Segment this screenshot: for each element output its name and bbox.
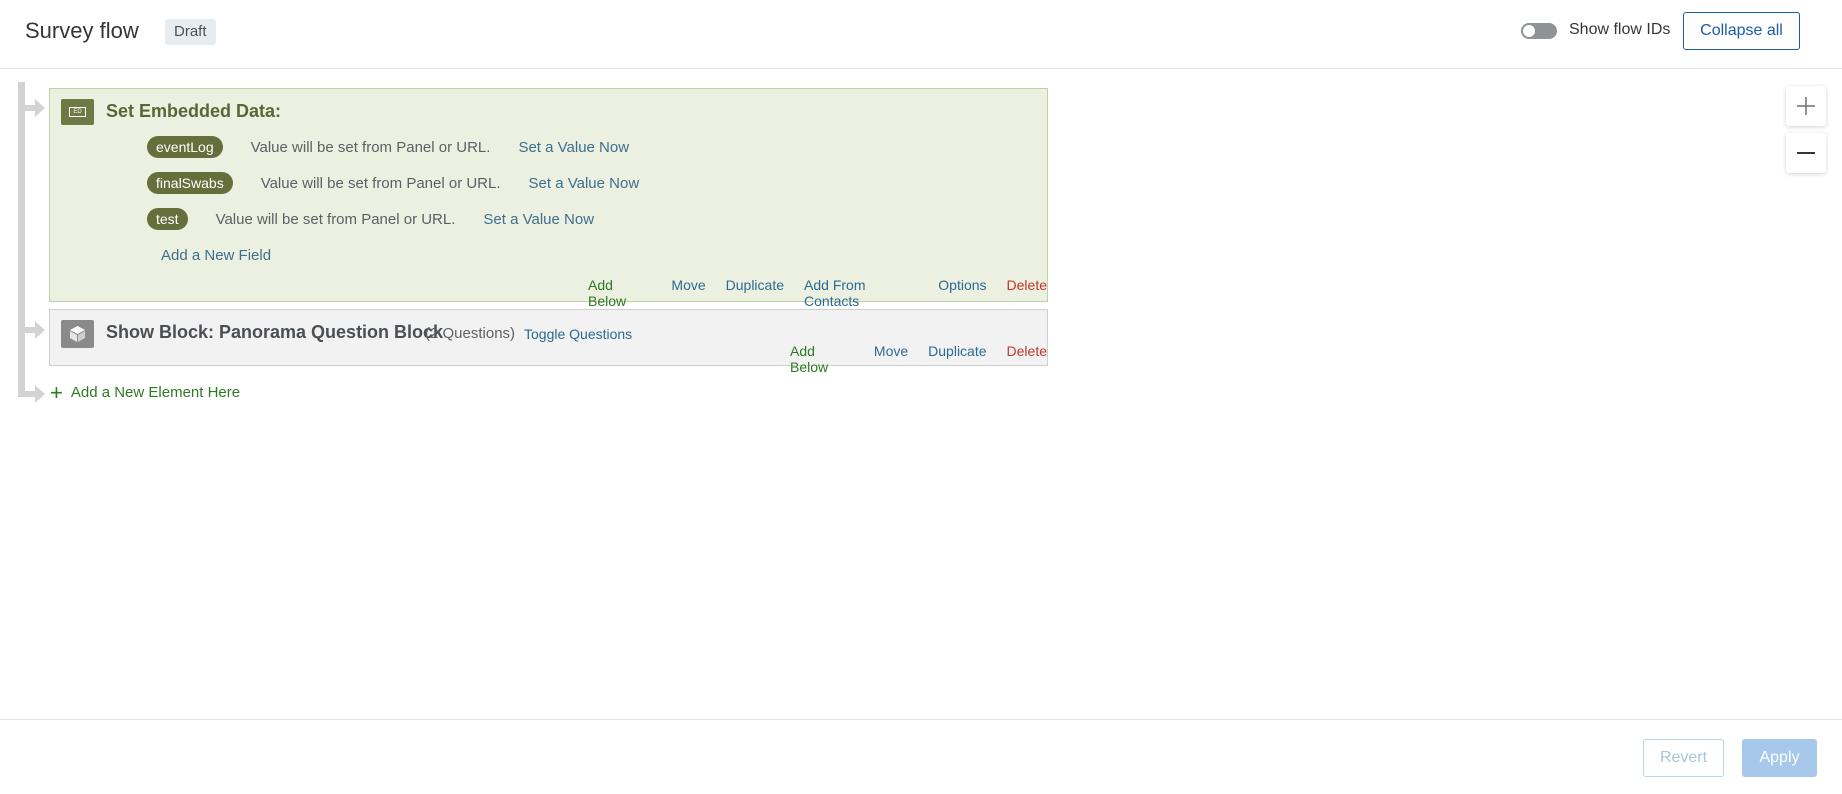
add-new-element-link[interactable]: + Add a New Element Here — [50, 379, 241, 405]
show-flow-ids-label: Show flow IDs — [1569, 21, 1671, 38]
add-new-element-label: Add a New Element Here — [70, 384, 241, 401]
field-name-pill[interactable]: test — [147, 208, 188, 230]
flow-rail — [18, 82, 25, 397]
footer-bar: Revert Apply — [0, 719, 1842, 794]
minus-icon — [1797, 152, 1815, 154]
field-description: Value will be set from Panel or URL. — [250, 138, 491, 156]
show-block-title: Show Block: Panorama Question Block — [106, 322, 444, 342]
flow-arrow-icon — [35, 99, 45, 117]
delete-link[interactable]: Delete — [1007, 343, 1047, 375]
zoom-out-button[interactable] — [1786, 133, 1826, 173]
embedded-data-block: ED Set Embedded Data: eventLog Value wil… — [49, 88, 1048, 309]
add-below-link[interactable]: Add Below — [790, 343, 854, 375]
header-bar: Survey flow Draft Show flow IDs Collapse… — [0, 0, 1842, 69]
toggle-knob — [1523, 25, 1535, 37]
apply-button[interactable]: Apply — [1742, 739, 1817, 777]
field-name-pill[interactable]: finalSwabs — [147, 172, 233, 194]
options-link[interactable]: Options — [938, 277, 986, 309]
zoom-in-button[interactable] — [1786, 86, 1826, 126]
field-name-pill[interactable]: eventLog — [147, 136, 223, 158]
field-description: Value will be set from Panel or URL. — [260, 174, 501, 192]
revert-button[interactable]: Revert — [1643, 739, 1724, 777]
embedded-data-title: Set Embedded Data: — [106, 101, 282, 121]
collapse-all-button[interactable]: Collapse all — [1683, 12, 1800, 50]
block-cube-icon — [61, 320, 94, 348]
question-count: (2 Questions) — [425, 325, 516, 342]
toggle-questions-link[interactable]: Toggle Questions — [524, 326, 632, 342]
add-below-link[interactable]: Add Below — [588, 277, 651, 309]
move-link[interactable]: Move — [874, 343, 908, 375]
add-from-contacts-link[interactable]: Add From Contacts — [804, 277, 918, 309]
embedded-data-icon: ED — [61, 99, 94, 125]
flow-arrow-icon — [35, 385, 45, 403]
embedded-field-row: eventLog Value will be set from Panel or… — [147, 136, 629, 158]
show-block-actions: Add Below Move Duplicate Delete — [790, 343, 1047, 375]
plus-icon: + — [50, 379, 63, 405]
embedded-field-row: finalSwabs Value will be set from Panel … — [147, 172, 639, 194]
page-title: Survey flow — [25, 18, 139, 43]
plus-icon — [1797, 97, 1815, 115]
duplicate-link[interactable]: Duplicate — [928, 343, 986, 375]
add-new-field-link[interactable]: Add a New Field — [161, 247, 271, 264]
move-link[interactable]: Move — [671, 277, 705, 309]
duplicate-link[interactable]: Duplicate — [726, 277, 784, 309]
set-value-link[interactable]: Set a Value Now — [518, 139, 629, 156]
set-value-link[interactable]: Set a Value Now — [483, 211, 594, 228]
set-value-link[interactable]: Set a Value Now — [529, 175, 640, 192]
show-block: Show Block: Panorama Question Block (2 Q… — [49, 309, 1048, 375]
field-description: Value will be set from Panel or URL. — [215, 210, 456, 228]
flow-arrow-icon — [35, 321, 45, 339]
embedded-field-row: test Value will be set from Panel or URL… — [147, 208, 594, 230]
status-badge: Draft — [165, 19, 216, 45]
embedded-block-actions: Add Below Move Duplicate Add From Contac… — [588, 277, 1047, 309]
delete-link[interactable]: Delete — [1007, 277, 1047, 309]
show-flow-ids-toggle[interactable] — [1521, 23, 1557, 39]
